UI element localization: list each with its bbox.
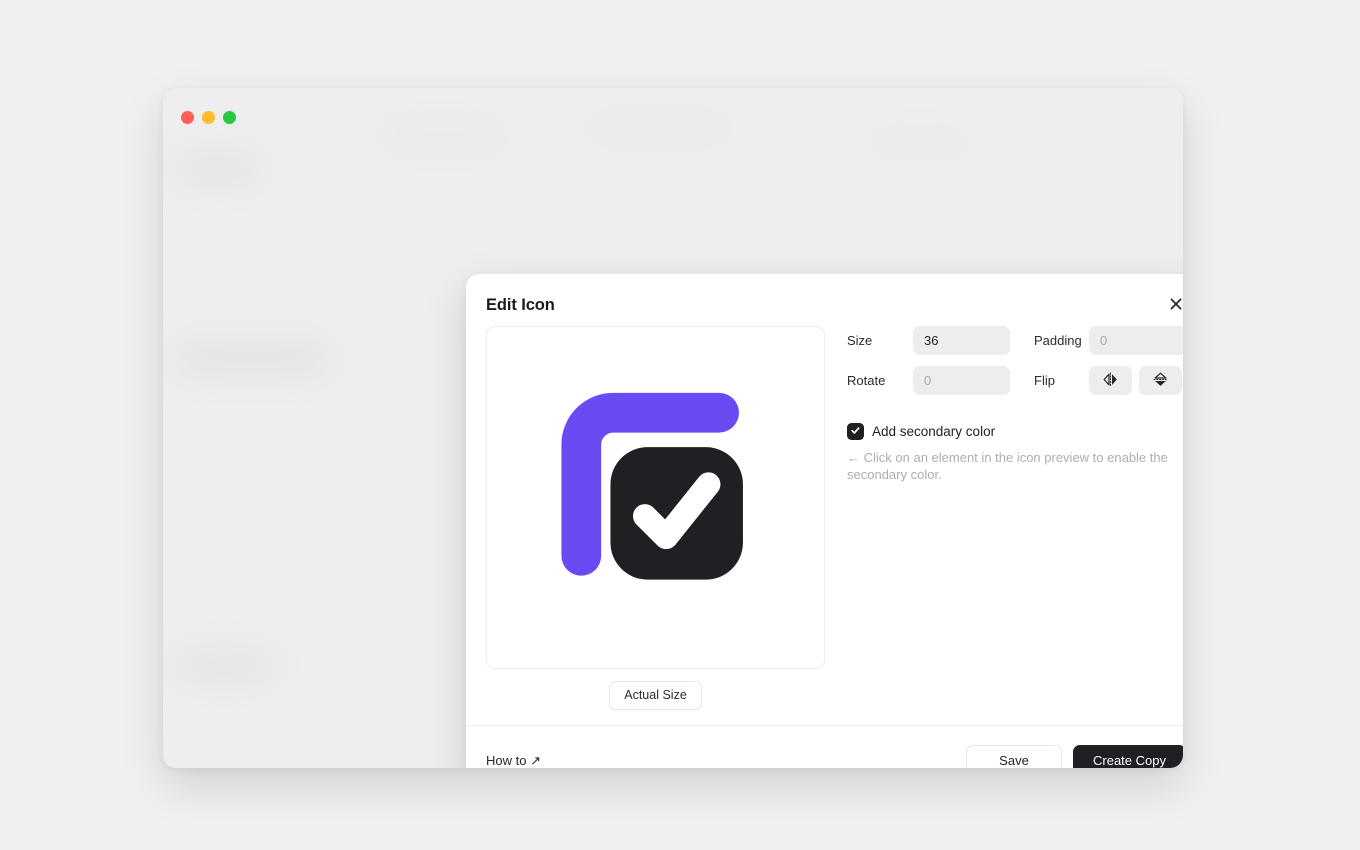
traffic-light-maximize[interactable] (223, 110, 236, 124)
rotate-input[interactable] (913, 366, 1010, 395)
size-label: Size (847, 333, 873, 348)
close-icon (1169, 297, 1183, 314)
save-button[interactable]: Save (966, 744, 1062, 768)
edit-icon-modal: Edit Icon Actual Size Size 36 Padding 0 … (466, 274, 1183, 768)
how-to-link[interactable]: How to ↗ (486, 753, 541, 769)
flip-label: Flip (1034, 373, 1055, 388)
footer-actions: Save Create Copy (966, 744, 1183, 768)
flip-horizontal-button[interactable] (1089, 366, 1132, 395)
flip-vertical-icon (1152, 371, 1169, 391)
preview-column: Actual Size (486, 326, 825, 725)
modal-body: Actual Size Size Padding Rotate Flip (466, 326, 1183, 725)
add-secondary-color-checkbox[interactable] (847, 423, 864, 440)
controls-column: Size Padding Rotate Flip (847, 326, 1183, 725)
create-copy-button[interactable]: Create Copy (1073, 744, 1183, 768)
icon-preview[interactable] (486, 326, 825, 669)
desktop-backdrop: Edit Icon Actual Size Size 36 Padding 0 … (0, 0, 1360, 850)
app-window: Edit Icon Actual Size Size 36 Padding 0 … (163, 88, 1183, 768)
close-button[interactable] (1163, 292, 1183, 318)
flip-horizontal-icon (1102, 371, 1119, 391)
traffic-light-close[interactable] (181, 110, 194, 124)
page-title: Edit Icon (486, 296, 555, 314)
rotate-label: Rotate (847, 373, 886, 388)
actual-size-button[interactable]: Actual Size (609, 681, 702, 710)
add-secondary-color-label: Add secondary color (872, 424, 996, 439)
secondary-color-hint: ← Click on an element in the icon previe… (847, 450, 1168, 483)
window-titlebar (163, 88, 1183, 146)
modal-header: Edit Icon (466, 274, 1183, 326)
modal-footer: How to ↗ Save Create Copy (466, 725, 1183, 768)
flip-button-group (1089, 366, 1183, 395)
check-icon (850, 423, 861, 441)
flip-vertical-button[interactable] (1139, 366, 1182, 395)
size-input[interactable] (913, 326, 1010, 355)
padding-input[interactable] (1089, 326, 1183, 355)
padding-label: Padding (1034, 333, 1082, 348)
icon-settings-grid: Size Padding Rotate Flip (847, 326, 1183, 395)
traffic-light-minimize[interactable] (202, 110, 215, 124)
add-secondary-color-row[interactable]: Add secondary color (847, 423, 1183, 440)
copy-check-icon[interactable] (523, 365, 788, 630)
